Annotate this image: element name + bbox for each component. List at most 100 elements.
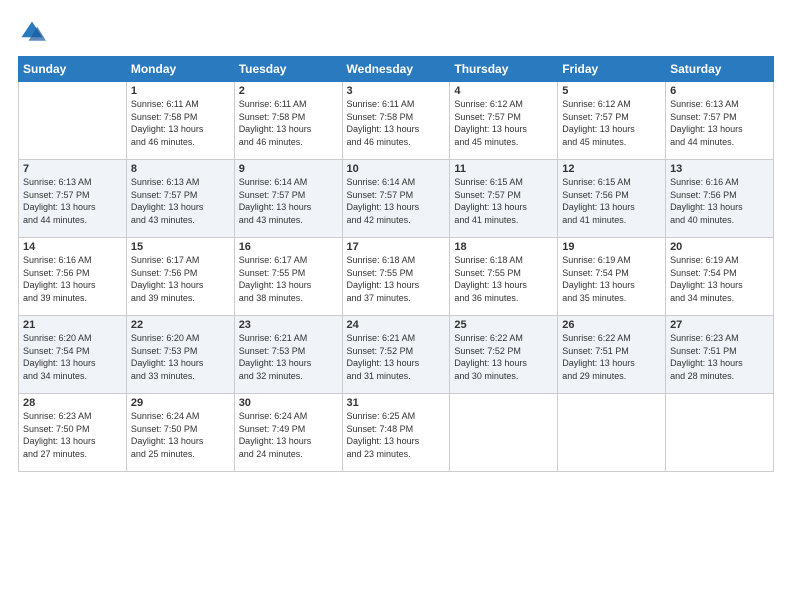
day-info: Sunrise: 6:13 AM Sunset: 7:57 PM Dayligh… — [131, 176, 230, 226]
header-day-tuesday: Tuesday — [234, 57, 342, 82]
day-number: 1 — [131, 85, 230, 97]
calendar-table: SundayMondayTuesdayWednesdayThursdayFrid… — [18, 56, 774, 472]
day-number: 4 — [454, 85, 553, 97]
header-day-saturday: Saturday — [666, 57, 774, 82]
day-info: Sunrise: 6:16 AM Sunset: 7:56 PM Dayligh… — [670, 176, 769, 226]
day-number: 14 — [23, 241, 122, 253]
calendar-cell: 11Sunrise: 6:15 AM Sunset: 7:57 PM Dayli… — [450, 160, 558, 238]
calendar-cell — [558, 394, 666, 472]
calendar-cell: 2Sunrise: 6:11 AM Sunset: 7:58 PM Daylig… — [234, 82, 342, 160]
calendar-cell: 14Sunrise: 6:16 AM Sunset: 7:56 PM Dayli… — [19, 238, 127, 316]
day-number: 7 — [23, 163, 122, 175]
calendar-cell: 29Sunrise: 6:24 AM Sunset: 7:50 PM Dayli… — [126, 394, 234, 472]
calendar-cell: 30Sunrise: 6:24 AM Sunset: 7:49 PM Dayli… — [234, 394, 342, 472]
calendar-cell: 9Sunrise: 6:14 AM Sunset: 7:57 PM Daylig… — [234, 160, 342, 238]
day-info: Sunrise: 6:11 AM Sunset: 7:58 PM Dayligh… — [131, 98, 230, 148]
day-info: Sunrise: 6:20 AM Sunset: 7:54 PM Dayligh… — [23, 332, 122, 382]
day-number: 28 — [23, 397, 122, 409]
calendar-cell: 3Sunrise: 6:11 AM Sunset: 7:58 PM Daylig… — [342, 82, 450, 160]
calendar-week-3: 14Sunrise: 6:16 AM Sunset: 7:56 PM Dayli… — [19, 238, 774, 316]
day-number: 8 — [131, 163, 230, 175]
day-number: 26 — [562, 319, 661, 331]
day-number: 11 — [454, 163, 553, 175]
day-number: 12 — [562, 163, 661, 175]
calendar-cell: 25Sunrise: 6:22 AM Sunset: 7:52 PM Dayli… — [450, 316, 558, 394]
day-info: Sunrise: 6:14 AM Sunset: 7:57 PM Dayligh… — [347, 176, 446, 226]
day-info: Sunrise: 6:16 AM Sunset: 7:56 PM Dayligh… — [23, 254, 122, 304]
calendar-cell: 1Sunrise: 6:11 AM Sunset: 7:58 PM Daylig… — [126, 82, 234, 160]
calendar-week-5: 28Sunrise: 6:23 AM Sunset: 7:50 PM Dayli… — [19, 394, 774, 472]
logo-icon — [18, 18, 46, 46]
day-info: Sunrise: 6:18 AM Sunset: 7:55 PM Dayligh… — [347, 254, 446, 304]
day-info: Sunrise: 6:15 AM Sunset: 7:57 PM Dayligh… — [454, 176, 553, 226]
header-day-thursday: Thursday — [450, 57, 558, 82]
day-number: 17 — [347, 241, 446, 253]
day-number: 19 — [562, 241, 661, 253]
day-info: Sunrise: 6:21 AM Sunset: 7:53 PM Dayligh… — [239, 332, 338, 382]
day-number: 16 — [239, 241, 338, 253]
day-number: 23 — [239, 319, 338, 331]
day-number: 24 — [347, 319, 446, 331]
day-number: 10 — [347, 163, 446, 175]
day-number: 2 — [239, 85, 338, 97]
day-number: 25 — [454, 319, 553, 331]
calendar-cell: 26Sunrise: 6:22 AM Sunset: 7:51 PM Dayli… — [558, 316, 666, 394]
header-day-friday: Friday — [558, 57, 666, 82]
day-number: 3 — [347, 85, 446, 97]
logo — [18, 18, 50, 46]
calendar-cell: 31Sunrise: 6:25 AM Sunset: 7:48 PM Dayli… — [342, 394, 450, 472]
day-info: Sunrise: 6:23 AM Sunset: 7:51 PM Dayligh… — [670, 332, 769, 382]
day-info: Sunrise: 6:17 AM Sunset: 7:56 PM Dayligh… — [131, 254, 230, 304]
calendar-cell: 6Sunrise: 6:13 AM Sunset: 7:57 PM Daylig… — [666, 82, 774, 160]
day-number: 6 — [670, 85, 769, 97]
calendar-week-1: 1Sunrise: 6:11 AM Sunset: 7:58 PM Daylig… — [19, 82, 774, 160]
header-row: SundayMondayTuesdayWednesdayThursdayFrid… — [19, 57, 774, 82]
calendar-cell: 10Sunrise: 6:14 AM Sunset: 7:57 PM Dayli… — [342, 160, 450, 238]
header-day-monday: Monday — [126, 57, 234, 82]
calendar-cell: 23Sunrise: 6:21 AM Sunset: 7:53 PM Dayli… — [234, 316, 342, 394]
day-info: Sunrise: 6:23 AM Sunset: 7:50 PM Dayligh… — [23, 410, 122, 460]
calendar-cell — [666, 394, 774, 472]
calendar-cell: 22Sunrise: 6:20 AM Sunset: 7:53 PM Dayli… — [126, 316, 234, 394]
day-number: 27 — [670, 319, 769, 331]
day-info: Sunrise: 6:11 AM Sunset: 7:58 PM Dayligh… — [347, 98, 446, 148]
day-info: Sunrise: 6:22 AM Sunset: 7:51 PM Dayligh… — [562, 332, 661, 382]
day-info: Sunrise: 6:13 AM Sunset: 7:57 PM Dayligh… — [23, 176, 122, 226]
calendar-cell: 7Sunrise: 6:13 AM Sunset: 7:57 PM Daylig… — [19, 160, 127, 238]
calendar-cell: 13Sunrise: 6:16 AM Sunset: 7:56 PM Dayli… — [666, 160, 774, 238]
day-info: Sunrise: 6:25 AM Sunset: 7:48 PM Dayligh… — [347, 410, 446, 460]
calendar-cell: 24Sunrise: 6:21 AM Sunset: 7:52 PM Dayli… — [342, 316, 450, 394]
day-info: Sunrise: 6:15 AM Sunset: 7:56 PM Dayligh… — [562, 176, 661, 226]
calendar-cell: 21Sunrise: 6:20 AM Sunset: 7:54 PM Dayli… — [19, 316, 127, 394]
day-number: 21 — [23, 319, 122, 331]
calendar-cell — [450, 394, 558, 472]
day-info: Sunrise: 6:19 AM Sunset: 7:54 PM Dayligh… — [670, 254, 769, 304]
calendar-cell: 8Sunrise: 6:13 AM Sunset: 7:57 PM Daylig… — [126, 160, 234, 238]
header-day-sunday: Sunday — [19, 57, 127, 82]
calendar-cell: 27Sunrise: 6:23 AM Sunset: 7:51 PM Dayli… — [666, 316, 774, 394]
day-number: 15 — [131, 241, 230, 253]
calendar-cell: 15Sunrise: 6:17 AM Sunset: 7:56 PM Dayli… — [126, 238, 234, 316]
day-info: Sunrise: 6:14 AM Sunset: 7:57 PM Dayligh… — [239, 176, 338, 226]
day-info: Sunrise: 6:13 AM Sunset: 7:57 PM Dayligh… — [670, 98, 769, 148]
calendar-cell: 18Sunrise: 6:18 AM Sunset: 7:55 PM Dayli… — [450, 238, 558, 316]
day-info: Sunrise: 6:12 AM Sunset: 7:57 PM Dayligh… — [562, 98, 661, 148]
calendar-cell: 20Sunrise: 6:19 AM Sunset: 7:54 PM Dayli… — [666, 238, 774, 316]
day-info: Sunrise: 6:12 AM Sunset: 7:57 PM Dayligh… — [454, 98, 553, 148]
calendar-cell: 17Sunrise: 6:18 AM Sunset: 7:55 PM Dayli… — [342, 238, 450, 316]
calendar-cell: 28Sunrise: 6:23 AM Sunset: 7:50 PM Dayli… — [19, 394, 127, 472]
day-number: 13 — [670, 163, 769, 175]
calendar-cell: 4Sunrise: 6:12 AM Sunset: 7:57 PM Daylig… — [450, 82, 558, 160]
day-info: Sunrise: 6:18 AM Sunset: 7:55 PM Dayligh… — [454, 254, 553, 304]
day-number: 31 — [347, 397, 446, 409]
day-info: Sunrise: 6:17 AM Sunset: 7:55 PM Dayligh… — [239, 254, 338, 304]
day-number: 18 — [454, 241, 553, 253]
day-number: 9 — [239, 163, 338, 175]
calendar-cell: 5Sunrise: 6:12 AM Sunset: 7:57 PM Daylig… — [558, 82, 666, 160]
day-number: 29 — [131, 397, 230, 409]
calendar-cell: 19Sunrise: 6:19 AM Sunset: 7:54 PM Dayli… — [558, 238, 666, 316]
day-info: Sunrise: 6:11 AM Sunset: 7:58 PM Dayligh… — [239, 98, 338, 148]
day-info: Sunrise: 6:24 AM Sunset: 7:50 PM Dayligh… — [131, 410, 230, 460]
day-info: Sunrise: 6:20 AM Sunset: 7:53 PM Dayligh… — [131, 332, 230, 382]
day-info: Sunrise: 6:22 AM Sunset: 7:52 PM Dayligh… — [454, 332, 553, 382]
